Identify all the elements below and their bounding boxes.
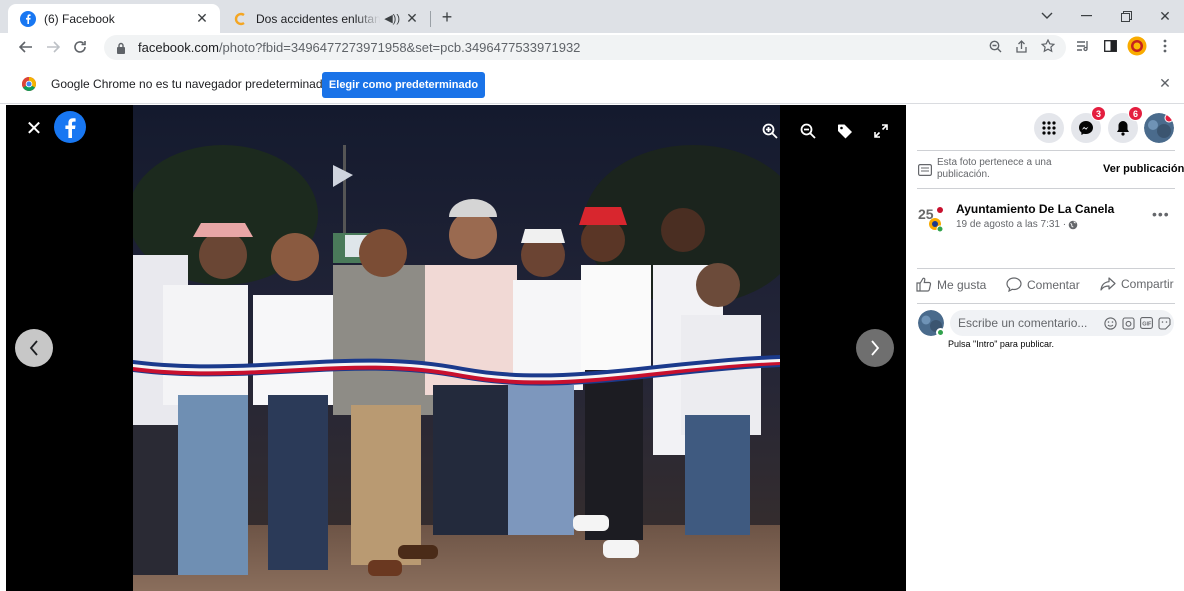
url-host: facebook.com (138, 40, 219, 55)
tab-close-icon[interactable]: ✕ (194, 10, 210, 27)
post-timestamp[interactable]: 19 de agosto a las 7:31 · (956, 219, 1078, 230)
speaker-icon[interactable]: ◀)) (384, 12, 400, 25)
comment-placeholder: Escribe un comentario... (958, 316, 1088, 330)
share-label: Compartir (1121, 277, 1174, 291)
default-browser-infobar: Google Chrome no es tu navegador predete… (0, 65, 1184, 104)
messenger-badge: 3 (1091, 106, 1106, 121)
divider (917, 150, 1175, 151)
infobar-message: Google Chrome no es tu navegador predete… (51, 77, 330, 91)
comment-input[interactable]: Escribe un comentario... GIF (950, 310, 1174, 336)
new-tab-button[interactable]: + (437, 7, 457, 27)
more-options-icon[interactable]: ••• (1152, 207, 1170, 221)
reading-list-icon[interactable] (1073, 36, 1093, 56)
comment-icon (1006, 277, 1022, 292)
chevron-right-icon (871, 340, 880, 356)
tab-facebook[interactable]: (6) Facebook ✕ (8, 4, 220, 33)
post-document-icon (918, 164, 933, 177)
bell-icon[interactable]: 6 (1108, 106, 1143, 143)
facebook-logo-icon[interactable] (54, 111, 86, 143)
lock-icon[interactable] (114, 41, 128, 55)
window-close-button[interactable]: ✕ (1145, 4, 1184, 28)
zoom-out-icon[interactable] (799, 122, 817, 140)
tab-news[interactable]: Dos accidentes enlutan la co ◀)) ✕ (222, 4, 430, 33)
zoom-in-icon[interactable] (761, 122, 779, 140)
post-side-panel: 3 6 Esta foto pertenece a una publicació… (906, 105, 1184, 591)
photo-viewer: ✕ (6, 105, 906, 591)
browser-tab-strip: (6) Facebook ✕ Dos accidentes enlutan la… (0, 0, 1184, 33)
tag-icon[interactable] (836, 122, 854, 140)
sticker-icon[interactable] (1156, 315, 1172, 331)
enter-to-post-hint: Pulsa "Intro" para publicar. (948, 339, 1054, 349)
next-photo-button[interactable] (856, 329, 894, 367)
browser-toolbar: facebook.com/photo?fbid=3496477273971958… (0, 33, 1184, 62)
tab-separator (430, 11, 431, 27)
profile-avatar-icon[interactable] (1127, 36, 1147, 56)
comment-label: Comentar (1027, 277, 1080, 292)
close-viewer-icon[interactable]: ✕ (24, 118, 44, 140)
share-button[interactable]: Compartir (1100, 277, 1174, 291)
header-actions: 3 6 (1034, 106, 1184, 149)
like-label: Me gusta (937, 277, 987, 292)
post-date: 19 de agosto a las 7:31 · (956, 219, 1067, 230)
comment-composer: Escribe un comentario... GIF (918, 310, 1178, 338)
url-path: /photo?fbid=3496477273971958&set=pcb.349… (218, 40, 581, 55)
divider (917, 303, 1175, 304)
account-avatar[interactable] (1144, 113, 1174, 143)
page-name[interactable]: Ayuntamiento De La Canela (956, 202, 1114, 216)
photo-belongs-notice: Esta foto pertenece a una publicación. V… (918, 157, 1184, 187)
reload-icon[interactable] (69, 36, 91, 58)
event-photo (133, 105, 780, 591)
fullscreen-icon[interactable] (872, 122, 890, 140)
infobar-close-icon[interactable]: ✕ (1158, 75, 1172, 91)
back-arrow-icon[interactable] (15, 36, 37, 58)
address-bar[interactable]: facebook.com/photo?fbid=3496477273971958… (104, 35, 1066, 60)
emoji-icon[interactable] (1102, 315, 1118, 331)
restore-button[interactable] (1106, 4, 1146, 28)
tab-title: Dos accidentes enlutan la co (256, 11, 381, 26)
view-post-link[interactable]: Ver publicación (1103, 163, 1184, 175)
share-icon (1100, 277, 1116, 291)
post-actions: Me gusta Comentar Compartir (916, 277, 1182, 297)
bookmark-star-icon[interactable] (1038, 36, 1058, 56)
chrome-logo-icon (22, 77, 36, 91)
svg-text:GIF: GIF (1142, 322, 1152, 328)
belongs-text: Esta foto pertenece a una publicación. (937, 157, 1052, 180)
online-status-dot (936, 328, 945, 337)
facebook-favicon-icon (20, 10, 36, 27)
like-button[interactable]: Me gusta (916, 277, 986, 292)
page-avatar[interactable]: 25 (918, 202, 946, 233)
divider (917, 268, 1175, 269)
divider (917, 188, 1175, 189)
comment-button[interactable]: Comentar (1006, 277, 1080, 292)
gif-icon[interactable]: GIF (1138, 315, 1154, 331)
globe-icon (1068, 220, 1078, 229)
camera-icon[interactable] (1120, 315, 1136, 331)
side-panel-icon[interactable] (1100, 36, 1120, 56)
chrome-menu-icon[interactable] (1155, 36, 1175, 56)
minimize-button[interactable] (1066, 4, 1106, 28)
previous-photo-button[interactable] (15, 329, 53, 367)
menu-grid-icon[interactable] (1034, 113, 1064, 143)
chevron-left-icon (29, 340, 38, 356)
forward-arrow-icon[interactable] (42, 36, 64, 58)
notification-badge: 6 (1128, 106, 1143, 121)
tab-close-icon[interactable]: ✕ (404, 10, 420, 27)
news-favicon-icon (232, 11, 248, 27)
tab-search-chevron-down-icon[interactable] (1027, 4, 1067, 28)
set-default-button[interactable]: Elegir como predeterminado (322, 72, 485, 98)
tab-title: (6) Facebook (44, 11, 115, 26)
share-page-icon[interactable] (1011, 36, 1031, 56)
like-icon (916, 277, 932, 292)
zoom-magnifier-icon[interactable] (985, 36, 1005, 56)
messenger-icon[interactable]: 3 (1071, 106, 1106, 143)
